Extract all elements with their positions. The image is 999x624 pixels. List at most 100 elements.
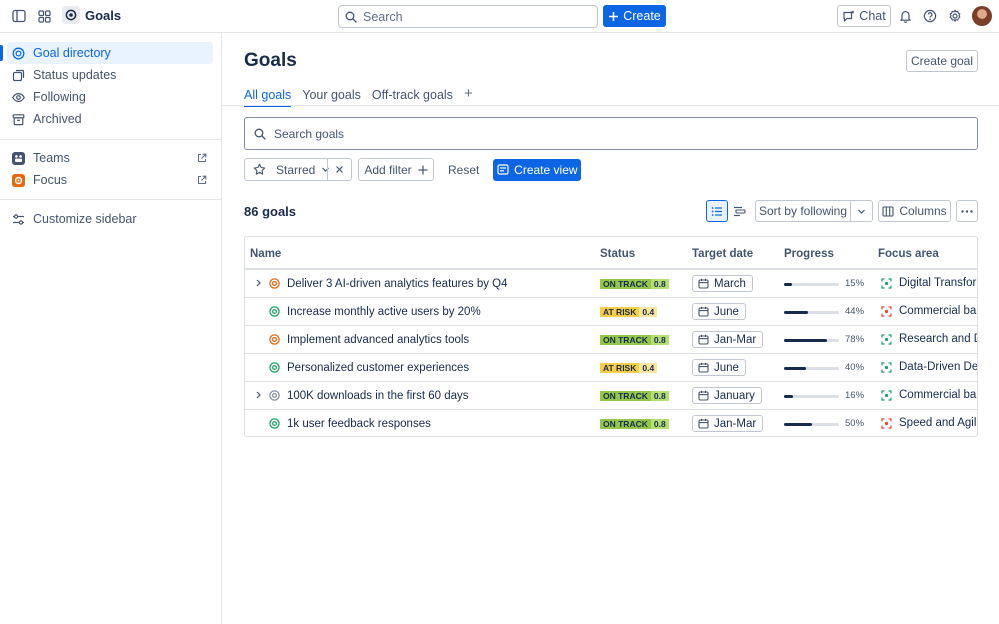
tab-off-track-goals[interactable]: Off-track goals	[372, 88, 453, 106]
filter-bar: Starred Add filter Reset Create view	[244, 158, 582, 181]
customize-sidebar-button[interactable]: Customize sidebar	[7, 208, 213, 230]
search-goals-input[interactable]: Search goals	[244, 117, 978, 150]
app-switcher-icon[interactable]	[32, 4, 56, 28]
chevron-right-icon[interactable]	[254, 278, 263, 288]
plus-icon	[608, 11, 619, 22]
focus-area-link[interactable]: Speed and Agility	[899, 417, 977, 429]
table-row[interactable]: 100K downloads in the first 60 days ON TR…	[245, 382, 977, 410]
reset-button[interactable]: Reset	[448, 163, 479, 177]
focus-area-link[interactable]: Commercial banking	[899, 389, 977, 401]
sidebar-item-label: Teams	[33, 151, 70, 165]
create-button[interactable]: Create	[603, 5, 666, 27]
create-goal-button[interactable]: Create goal	[906, 50, 978, 72]
sidebar-item-label: Focus	[33, 173, 68, 187]
target-date-chip[interactable]: June	[692, 303, 746, 320]
progress-percent: 16%	[845, 390, 865, 401]
status-score: 0.8	[650, 278, 669, 289]
column-header-progress[interactable]: Progress	[784, 248, 834, 260]
goal-name-link[interactable]: Deliver 3 AI-driven analytics features b…	[287, 270, 508, 297]
add-tab-icon[interactable]: +	[464, 86, 473, 106]
sidebar-toggle-icon[interactable]	[7, 4, 31, 28]
target-date-chip[interactable]: March	[692, 275, 753, 292]
tab-all-goals[interactable]: All goals	[244, 88, 292, 107]
table-row[interactable]: Deliver 3 AI-driven analytics features b…	[245, 270, 977, 298]
table-row[interactable]: Increase monthly active users by 20% AT R…	[245, 298, 977, 326]
column-header-focus-area[interactable]: Focus area	[878, 248, 939, 260]
app-home-link[interactable]: Goals	[62, 6, 121, 24]
sidebar-item-label: Goal directory	[33, 46, 111, 60]
progress-percent: 50%	[845, 418, 865, 429]
table-row[interactable]: Implement advanced analytics tools ON TRA…	[245, 326, 977, 354]
goals-logo-icon	[62, 6, 80, 24]
focus-area-link[interactable]: Commercial banking	[899, 305, 977, 317]
starred-filter-dropdown[interactable]: Starred	[244, 158, 352, 181]
avatar[interactable]	[972, 6, 992, 26]
sidebar-item-archived[interactable]: Archived	[7, 108, 213, 130]
more-options-button[interactable]	[956, 200, 978, 222]
sidebar-item-goal-directory[interactable]: Goal directory	[0, 42, 213, 64]
goals-table: Name Status Target date Progress Focus a…	[244, 236, 978, 437]
chat-button[interactable]: Chat	[837, 5, 891, 27]
progress-percent: 40%	[845, 362, 865, 373]
table-row[interactable]: 1k user feedback responses ON TRACK 0.8 Jan…	[245, 410, 977, 436]
target-date-chip[interactable]: Jan-Mar	[692, 415, 764, 432]
timeline-view-button[interactable]	[728, 200, 750, 222]
goal-name-link[interactable]: Increase monthly active users by 20%	[287, 298, 481, 325]
global-search-input[interactable]: Search	[338, 5, 598, 28]
sidebar-item-label: Status updates	[33, 68, 117, 82]
target-date-chip[interactable]: Jan-Mar	[692, 331, 764, 348]
goal-icon	[269, 362, 280, 373]
column-header-target-date[interactable]: Target date	[692, 248, 753, 260]
bell-icon[interactable]	[893, 4, 917, 28]
status-badge: AT RISK 0.4	[600, 361, 658, 374]
target-date-chip[interactable]: January	[692, 387, 762, 404]
help-icon[interactable]	[918, 4, 942, 28]
table-row[interactable]: Personalized customer experiences AT RISK…	[245, 354, 977, 382]
goal-name-link[interactable]: 100K downloads in the first 60 days	[287, 382, 469, 409]
status-label: AT RISK	[600, 306, 640, 317]
settings-icon[interactable]	[943, 4, 967, 28]
focus-area-link[interactable]: Digital Transformation	[899, 277, 977, 289]
status-label: ON TRACK	[600, 334, 651, 345]
chevron-right-icon[interactable]	[254, 390, 263, 400]
status-score: 0.8	[650, 418, 669, 429]
column-header-status[interactable]: Status	[600, 248, 635, 260]
list-view-button[interactable]	[706, 200, 728, 222]
sidebar-item-following[interactable]: Following	[7, 86, 213, 108]
sort-button[interactable]: Sort by following	[755, 200, 851, 222]
more-icon	[961, 209, 973, 213]
tab-your-goals[interactable]: Your goals	[302, 88, 361, 106]
calendar-icon	[698, 306, 709, 317]
table-header: Name Status Target date Progress Focus a…	[245, 237, 977, 270]
progress-bar	[784, 395, 839, 398]
create-button-label: Create	[623, 9, 661, 23]
goal-name-link[interactable]: Implement advanced analytics tools	[287, 326, 469, 353]
sidebar-divider	[0, 199, 221, 200]
target-date-chip[interactable]: June	[692, 359, 746, 376]
sidebar-item-teams[interactable]: Teams	[7, 147, 213, 169]
focus-area-link[interactable]: Research and Development	[899, 333, 977, 345]
sidebar-item-status-updates[interactable]: Status updates	[7, 64, 213, 86]
sort-dropdown[interactable]	[850, 200, 873, 222]
progress-fill	[784, 367, 806, 370]
columns-button[interactable]: Columns	[878, 200, 951, 222]
status-badge: AT RISK 0.4	[600, 305, 658, 318]
column-header-name[interactable]: Name	[250, 248, 281, 260]
sidebar-item-label: Following	[33, 90, 86, 104]
progress-bar	[784, 339, 839, 342]
add-filter-button[interactable]: Add filter	[358, 158, 434, 181]
create-view-button[interactable]: Create view	[493, 158, 582, 181]
external-link-icon	[197, 175, 207, 185]
sidebar-item-focus[interactable]: Focus	[7, 169, 213, 191]
clear-filter-icon[interactable]	[327, 158, 351, 181]
status-label: AT RISK	[600, 362, 640, 373]
status-badge: ON TRACK 0.8	[600, 333, 669, 346]
goal-name-link[interactable]: 1k user feedback responses	[287, 410, 431, 436]
calendar-icon	[698, 278, 709, 289]
focus-area-link[interactable]: Data-Driven Decisions	[899, 361, 977, 373]
goal-icon	[269, 306, 280, 317]
target-date-label: June	[714, 305, 739, 318]
goal-name-link[interactable]: Personalized customer experiences	[287, 354, 469, 381]
progress-bar	[784, 283, 839, 286]
global-search-placeholder: Search	[363, 9, 403, 24]
